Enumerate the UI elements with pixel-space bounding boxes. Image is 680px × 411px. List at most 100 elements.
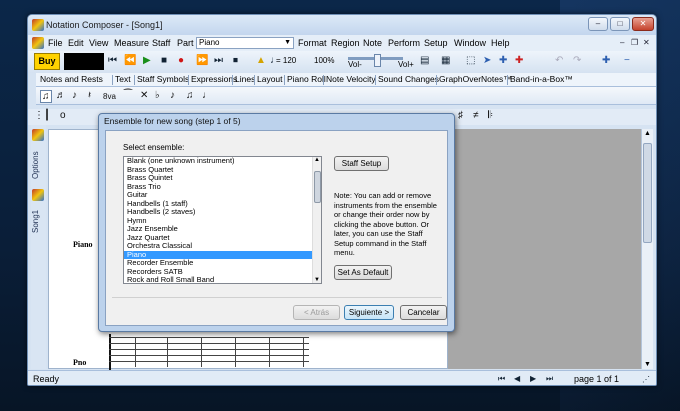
tab-staff-symbols[interactable]: Staff Symbols (137, 74, 189, 84)
page-view-icon[interactable]: ▦ (441, 55, 450, 67)
menu-edit[interactable]: Edit (68, 38, 84, 48)
pointer-icon[interactable]: ➤ (483, 55, 491, 67)
whole-note-icon[interactable]: o (60, 110, 66, 121)
part-dropdown[interactable]: Piano ▼ (196, 37, 294, 49)
next-page-icon[interactable]: ▶ (530, 373, 536, 385)
scroll-down-icon[interactable]: ▼ (644, 361, 651, 368)
list-item[interactable]: Brass Trio (124, 182, 321, 192)
remove-staff-icon[interactable]: − (624, 55, 630, 67)
tab-layout[interactable]: Layout (257, 74, 283, 84)
beam-icon[interactable]: ♫ (186, 90, 194, 101)
list-item[interactable]: Rock and Roll Small Band (124, 275, 321, 283)
buy-button[interactable]: Buy (34, 53, 60, 70)
prev-page-icon[interactable]: ◀ (514, 373, 520, 385)
staff-setup-button[interactable]: Staff Setup (334, 156, 389, 171)
tempo-value[interactable]: = 120 (276, 56, 296, 65)
title-bar[interactable]: Notation Composer - [Song1] – □ ✕ (28, 15, 656, 35)
flat-icon[interactable]: ♭ (155, 90, 160, 101)
tab-graph-over-notes[interactable]: GraphOverNotes™ (439, 74, 512, 84)
note-duration-icon[interactable]: ♫ (40, 90, 52, 103)
volume-up-label[interactable]: Vol+ (398, 60, 414, 69)
tuplet-icon[interactable]: ♬ (56, 90, 66, 101)
list-scrollbar[interactable]: ▲ ▼ (312, 157, 321, 283)
redo-icon[interactable]: ↷ (573, 55, 581, 67)
zoom-value[interactable]: 100% (314, 56, 334, 65)
menu-window[interactable]: Window (454, 38, 486, 48)
grace-note-icon[interactable]: ♪ (72, 90, 77, 101)
list-item[interactable]: Orchestra Classical (124, 241, 321, 251)
resize-grip-icon[interactable]: ⋰ (642, 374, 650, 385)
tab-lines[interactable]: Lines (235, 74, 255, 84)
tab-notes-and-rests[interactable]: Notes and Rests (40, 74, 103, 84)
volume-slider-thumb[interactable] (374, 54, 381, 67)
list-scroll-up-icon[interactable]: ▲ (314, 157, 320, 163)
volume-down-label[interactable]: Vol- (348, 60, 362, 69)
mdi-restore-button[interactable]: ❐ (631, 38, 638, 47)
menu-measure[interactable]: Measure (114, 38, 149, 48)
list-scroll-down-icon[interactable]: ▼ (314, 277, 320, 283)
tab-song1[interactable]: Song1 (31, 205, 46, 237)
view-mode-icon[interactable]: ▤ (420, 55, 429, 67)
undo-icon[interactable]: ↶ (555, 55, 563, 67)
back-button[interactable]: < Atrás (293, 305, 340, 320)
vertical-scrollbar[interactable]: ▲ ▼ (641, 129, 653, 369)
maximize-button[interactable]: □ (610, 17, 630, 31)
menu-region[interactable]: Region (331, 38, 360, 48)
song-panel-icon[interactable] (32, 189, 44, 201)
repeat-icon[interactable]: 𝄆 (488, 110, 493, 121)
list-item[interactable]: Handbells (2 staves) (124, 207, 321, 217)
tab-options[interactable]: Options (31, 145, 46, 185)
rewind-icon[interactable]: ⏪ (124, 55, 136, 67)
options-panel-icon[interactable] (32, 129, 44, 141)
scroll-up-icon[interactable]: ▲ (644, 130, 651, 137)
cross-note-icon[interactable]: ✕ (140, 90, 148, 101)
tab-expressions[interactable]: Expressions (191, 74, 237, 84)
ottava-icon[interactable]: 8va (103, 92, 116, 101)
add-note-icon[interactable]: ✚ (499, 55, 507, 67)
fast-forward-icon[interactable]: ⏩ (196, 55, 208, 67)
first-page-icon[interactable]: ⏮ (498, 373, 505, 385)
mdi-close-button[interactable]: ✕ (643, 38, 650, 47)
mdi-minimize-button[interactable]: – (620, 38, 624, 47)
menu-part[interactable]: Part (177, 38, 194, 48)
ornament-icon[interactable]: ♯ (458, 110, 463, 121)
menu-perform[interactable]: Perform (388, 38, 420, 48)
metronome-icon[interactable]: ▲ (256, 55, 266, 67)
eighth-note-icon[interactable]: ♪ (170, 90, 175, 101)
list-scroll-thumb[interactable] (314, 171, 321, 203)
stop-icon[interactable]: ■ (161, 55, 167, 67)
cancel-button[interactable]: Cancelar (400, 305, 447, 320)
menu-staff[interactable]: Staff (152, 38, 170, 48)
tie-icon[interactable]: ⁀ (124, 90, 132, 101)
barline-icon[interactable]: ┃ (44, 110, 50, 121)
last-page-icon[interactable]: ⏭ (546, 373, 553, 385)
menu-view[interactable]: View (89, 38, 108, 48)
minimize-button[interactable]: – (588, 17, 608, 31)
rewind-start-icon[interactable]: ⏮ (108, 55, 117, 67)
close-button[interactable]: ✕ (632, 17, 654, 31)
ensemble-list[interactable]: Blank (one unknown instrument) Brass Quar… (123, 156, 322, 284)
accent-icon[interactable]: ≠ (473, 110, 479, 121)
next-button[interactable]: Siguiente > (344, 305, 394, 320)
tab-note-velocity[interactable]: Note Velocity (326, 74, 376, 84)
step-icon[interactable]: ⏹ (233, 55, 238, 67)
scroll-thumb[interactable] (643, 143, 652, 243)
menu-file[interactable]: File (48, 38, 63, 48)
stem-icon[interactable]: ♩ (202, 90, 212, 101)
menu-help[interactable]: Help (491, 38, 510, 48)
tab-piano-roll[interactable]: Piano Roll (287, 74, 326, 84)
add-marker-icon[interactable]: ✚ (515, 55, 523, 67)
rest-icon[interactable]: 𝄽 (88, 90, 91, 101)
menu-format[interactable]: Format (298, 38, 327, 48)
select-region-icon[interactable]: ⬚ (466, 55, 475, 67)
tab-band-in-a-box[interactable]: Band-in-a-Box™ (510, 74, 573, 84)
tab-text[interactable]: Text (115, 74, 131, 84)
document-icon[interactable] (32, 37, 44, 49)
menu-note[interactable]: Note (363, 38, 382, 48)
record-icon[interactable]: ● (178, 55, 184, 67)
set-as-default-button[interactable]: Set As Default (334, 265, 392, 280)
forward-end-icon[interactable]: ⏭ (214, 55, 223, 67)
add-staff-icon[interactable]: ✚ (602, 55, 610, 67)
tab-sound-changes[interactable]: Sound Changes (378, 74, 439, 84)
menu-setup[interactable]: Setup (424, 38, 448, 48)
